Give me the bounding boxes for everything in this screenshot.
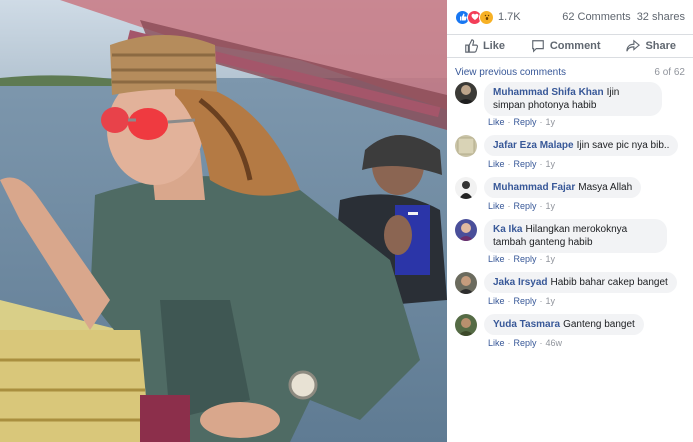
avatar[interactable] [455, 272, 477, 294]
comment-button[interactable]: Comment [531, 39, 601, 53]
comment-author[interactable]: Jaka Irsyad [493, 277, 548, 288]
comment-text: Masya Allah [578, 182, 633, 193]
comment-reply-link[interactable]: Reply [514, 338, 537, 348]
comment-bubble: Muhammad Fajar Masya Allah [484, 177, 642, 198]
post-photo[interactable] [0, 0, 447, 442]
comment-meta: Like · Reply · 1y [488, 117, 556, 127]
avatar[interactable] [455, 177, 477, 199]
wow-reaction-icon [479, 9, 494, 25]
comment-reply-link[interactable]: Reply [514, 159, 537, 169]
comment-bubble: Ka Ika Hilangkan merokoknya tambah ganten… [484, 219, 667, 253]
comment-icon [532, 40, 544, 53]
post-actions: Like Comment Share [447, 35, 693, 58]
reaction-count[interactable]: 1.7K [498, 11, 521, 23]
avatar[interactable] [455, 219, 477, 241]
share-label: Share [645, 40, 677, 52]
comment-like-link[interactable]: Like [488, 159, 505, 169]
comment-text: Habib bahar cakep banget [550, 277, 668, 288]
comment-meta: Like · Reply · 1y [488, 201, 556, 211]
view-previous-comments-link[interactable]: View previous comments [455, 67, 566, 78]
comment-meta: Like · Reply · 1y [488, 296, 556, 306]
comment-like-link[interactable]: Like [488, 117, 505, 127]
comment-text: Ganteng banget [563, 319, 635, 330]
comment-author[interactable]: Muhammad Fajar [493, 182, 575, 193]
comment-author[interactable]: Yuda Tasmara [493, 319, 560, 330]
comment-reply-link[interactable]: Reply [514, 296, 537, 306]
comments-panel: 1.7K 62 Comments 32 shares Like Comment … [447, 0, 693, 442]
comment-age[interactable]: 1y [546, 201, 556, 211]
comment-label: Comment [549, 40, 601, 52]
comment-bubble: Muhammad Shifa Khan Ijin simpan photonya … [484, 82, 662, 116]
comment-like-link[interactable]: Like [488, 254, 505, 264]
comment-meta: Like · Reply · 1y [488, 254, 556, 264]
post-stats: 1.7K 62 Comments 32 shares [447, 0, 693, 35]
comment-like-link[interactable]: Like [488, 201, 505, 211]
comments-count[interactable]: 62 Comments [562, 11, 630, 23]
comment-meta: Like · Reply · 46w [488, 338, 563, 348]
avatar[interactable] [455, 314, 477, 336]
like-button[interactable]: Like [464, 39, 505, 53]
comment-age[interactable]: 46w [546, 338, 563, 348]
comment-author[interactable]: Ka Ika [493, 224, 522, 235]
thumbs-up-icon [465, 39, 478, 53]
comment-text: Ijin save pic nya bib.. [576, 140, 670, 151]
comment-like-link[interactable]: Like [488, 296, 505, 306]
comments-counter: 6 of 62 [654, 67, 685, 78]
comment-author[interactable]: Jafar Eza Malape [493, 140, 574, 151]
avatar[interactable] [455, 135, 477, 157]
comment-age[interactable]: 1y [546, 117, 556, 127]
comment-author[interactable]: Muhammad Shifa Khan [493, 87, 604, 98]
boat-scene-illustration [0, 0, 447, 442]
share-button[interactable]: Share [626, 39, 676, 53]
comment-age[interactable]: 1y [546, 159, 556, 169]
like-label: Like [482, 40, 505, 52]
shares-count[interactable]: 32 shares [637, 11, 685, 23]
comment-bubble: Jaka Irsyad Habib bahar cakep banget [484, 272, 677, 293]
comment-reply-link[interactable]: Reply [514, 117, 537, 127]
comment-reply-link[interactable]: Reply [514, 201, 537, 211]
reactions-summary[interactable]: 1.7K [455, 9, 521, 25]
comment-bubble: Jafar Eza Malape Ijin save pic nya bib.. [484, 135, 679, 156]
avatar[interactable] [455, 82, 477, 104]
comment-reply-link[interactable]: Reply [514, 254, 537, 264]
comment-age[interactable]: 1y [546, 254, 556, 264]
comment-like-link[interactable]: Like [488, 338, 505, 348]
comment-meta: Like · Reply · 1y [488, 159, 556, 169]
share-icon [626, 39, 641, 52]
comment-bubble: Yuda Tasmara Ganteng banget [484, 314, 644, 335]
comment-age[interactable]: 1y [546, 296, 556, 306]
